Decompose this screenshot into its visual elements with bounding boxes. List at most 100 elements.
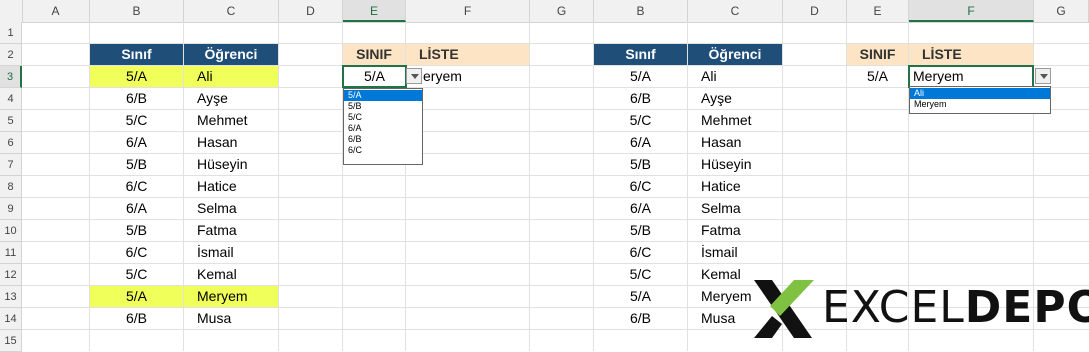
- row-header-12[interactable]: 12: [0, 264, 22, 286]
- right-sinif-cell[interactable]: 5/C: [594, 110, 687, 131]
- left-ogrenci-cell[interactable]: Selma: [184, 198, 278, 219]
- left-header-sinif[interactable]: Sınıf: [90, 44, 183, 65]
- dropdown-option[interactable]: 5/B: [344, 101, 422, 112]
- right-dropdown-button[interactable]: [1035, 68, 1051, 84]
- left-sinif-cell[interactable]: 6/A: [90, 132, 183, 153]
- right-ogrenci-cell[interactable]: Musa: [688, 308, 752, 329]
- left-ogrenci-cell[interactable]: Musa: [184, 308, 278, 329]
- column-header-f-2[interactable]: F: [909, 0, 1034, 22]
- left-sinif-cell[interactable]: 6/C: [90, 176, 183, 197]
- left-ogrenci-cell[interactable]: Fatma: [184, 220, 278, 241]
- row-header-3[interactable]: 3: [0, 66, 22, 88]
- column-header-d-2[interactable]: D: [783, 0, 847, 22]
- right-ogrenci-cell[interactable]: Ali: [688, 66, 782, 87]
- column-header-d[interactable]: D: [279, 0, 343, 22]
- row-header-9[interactable]: 9: [0, 198, 22, 220]
- row-header-7[interactable]: 7: [0, 154, 22, 176]
- right-ogrenci-cell[interactable]: Fatma: [688, 220, 782, 241]
- row-header-2[interactable]: 2: [0, 44, 22, 66]
- column-header-g-2[interactable]: G: [1034, 0, 1089, 22]
- right-lookup-header-sinif[interactable]: SINIF: [847, 44, 908, 65]
- right-header-ogrenci[interactable]: Öğrenci: [688, 44, 782, 65]
- column-header-b[interactable]: B: [90, 0, 184, 22]
- right-ogrenci-cell[interactable]: Hüseyin: [688, 154, 782, 175]
- left-ogrenci-cell[interactable]: Ali: [184, 66, 278, 87]
- left-sinif-cell[interactable]: 5/A: [90, 66, 183, 87]
- dropdown-option[interactable]: 6/B: [344, 134, 422, 145]
- left-ogrenci-cell[interactable]: Hasan: [184, 132, 278, 153]
- left-ogrenci-cell[interactable]: Hüseyin: [184, 154, 278, 175]
- select-all-corner[interactable]: [0, 0, 23, 22]
- column-header-c[interactable]: C: [184, 0, 279, 22]
- column-header-c-2[interactable]: C: [688, 0, 783, 22]
- left-liste-result[interactable]: eryem: [423, 66, 523, 87]
- right-ogrenci-cell[interactable]: İsmail: [688, 242, 782, 263]
- right-sinif-cell[interactable]: 5/C: [594, 264, 687, 285]
- dropdown-option[interactable]: 5/A: [344, 90, 422, 101]
- dropdown-option[interactable]: Ali: [910, 88, 1050, 99]
- left-sinif-cell[interactable]: 5/A: [90, 286, 183, 307]
- dropdown-option[interactable]: 6/C: [344, 145, 422, 156]
- column-header-e-2[interactable]: E: [847, 0, 909, 22]
- row-header-8[interactable]: 8: [0, 176, 22, 198]
- right-ogrenci-cell[interactable]: Hatice: [688, 176, 782, 197]
- left-ogrenci-cell[interactable]: İsmail: [184, 242, 278, 263]
- row-header-15[interactable]: 15: [0, 330, 22, 352]
- right-lookup-header-liste[interactable]: LİSTE: [909, 44, 1033, 65]
- row-header-1[interactable]: 1: [0, 22, 22, 44]
- dropdown-option[interactable]: 5/C: [344, 112, 422, 123]
- right-sinif-cell[interactable]: 6/B: [594, 88, 687, 109]
- left-sinif-input[interactable]: 5/A: [342, 65, 407, 88]
- left-lookup-header-liste[interactable]: LİSTE: [406, 44, 529, 65]
- row-header-4[interactable]: 4: [0, 88, 22, 110]
- left-sinif-cell[interactable]: 6/A: [90, 198, 183, 219]
- left-sinif-cell[interactable]: 5/C: [90, 110, 183, 131]
- row-header-11[interactable]: 11: [0, 242, 22, 264]
- right-sinif-cell[interactable]: 5/B: [594, 220, 687, 241]
- column-header-a[interactable]: A: [22, 0, 90, 22]
- right-sinif-cell[interactable]: 6/A: [594, 198, 687, 219]
- left-ogrenci-cell[interactable]: Meryem: [184, 286, 278, 307]
- left-ogrenci-cell[interactable]: Mehmet: [184, 110, 278, 131]
- row-header-10[interactable]: 10: [0, 220, 22, 242]
- right-ogrenci-cell[interactable]: Ayşe: [688, 88, 782, 109]
- left-sinif-cell[interactable]: 5/B: [90, 154, 183, 175]
- dropdown-option[interactable]: 6/A: [344, 123, 422, 134]
- left-ogrenci-cell[interactable]: Kemal: [184, 264, 278, 285]
- left-sinif-cell[interactable]: 5/B: [90, 220, 183, 241]
- right-liste-input[interactable]: Meryem: [908, 65, 1034, 88]
- left-sinif-cell[interactable]: 6/B: [90, 308, 183, 329]
- left-sinif-cell[interactable]: 6/C: [90, 242, 183, 263]
- left-ogrenci-cell[interactable]: Hatice: [184, 176, 278, 197]
- left-dropdown-button[interactable]: [406, 68, 422, 84]
- right-sinif-cell[interactable]: 6/C: [594, 176, 687, 197]
- left-ogrenci-cell[interactable]: Ayşe: [184, 88, 278, 109]
- right-dropdown-list[interactable]: Ali Meryem: [909, 86, 1051, 114]
- right-ogrenci-cell[interactable]: Hasan: [688, 132, 782, 153]
- left-lookup-header-sinif[interactable]: SINIF: [343, 44, 405, 65]
- right-sinif-value[interactable]: 5/A: [847, 66, 908, 87]
- right-ogrenci-cell[interactable]: Selma: [688, 198, 782, 219]
- row-header-6[interactable]: 6: [0, 132, 22, 154]
- dropdown-option[interactable]: Meryem: [910, 99, 1050, 110]
- right-sinif-cell[interactable]: 6/B: [594, 308, 687, 329]
- right-header-sinif[interactable]: Sınıf: [594, 44, 687, 65]
- column-header-e[interactable]: E: [343, 0, 406, 22]
- right-ogrenci-cell[interactable]: Meryem: [688, 286, 752, 307]
- row-header-5[interactable]: 5: [0, 110, 22, 132]
- row-header-14[interactable]: 14: [0, 308, 22, 330]
- column-header-f[interactable]: F: [406, 0, 530, 22]
- left-sinif-cell[interactable]: 5/C: [90, 264, 183, 285]
- right-ogrenci-cell[interactable]: Mehmet: [688, 110, 782, 131]
- right-sinif-cell[interactable]: 6/C: [594, 242, 687, 263]
- column-header-b-2[interactable]: B: [594, 0, 688, 22]
- left-header-ogrenci[interactable]: Öğrenci: [184, 44, 278, 65]
- right-sinif-cell[interactable]: 5/B: [594, 154, 687, 175]
- left-dropdown-list[interactable]: 5/A 5/B 5/C 6/A 6/B 6/C: [343, 88, 423, 165]
- row-header-13[interactable]: 13: [0, 286, 22, 308]
- right-sinif-cell[interactable]: 5/A: [594, 286, 687, 307]
- right-sinif-cell[interactable]: 5/A: [594, 66, 687, 87]
- column-header-g[interactable]: G: [530, 0, 594, 22]
- left-sinif-cell[interactable]: 6/B: [90, 88, 183, 109]
- right-sinif-cell[interactable]: 6/A: [594, 132, 687, 153]
